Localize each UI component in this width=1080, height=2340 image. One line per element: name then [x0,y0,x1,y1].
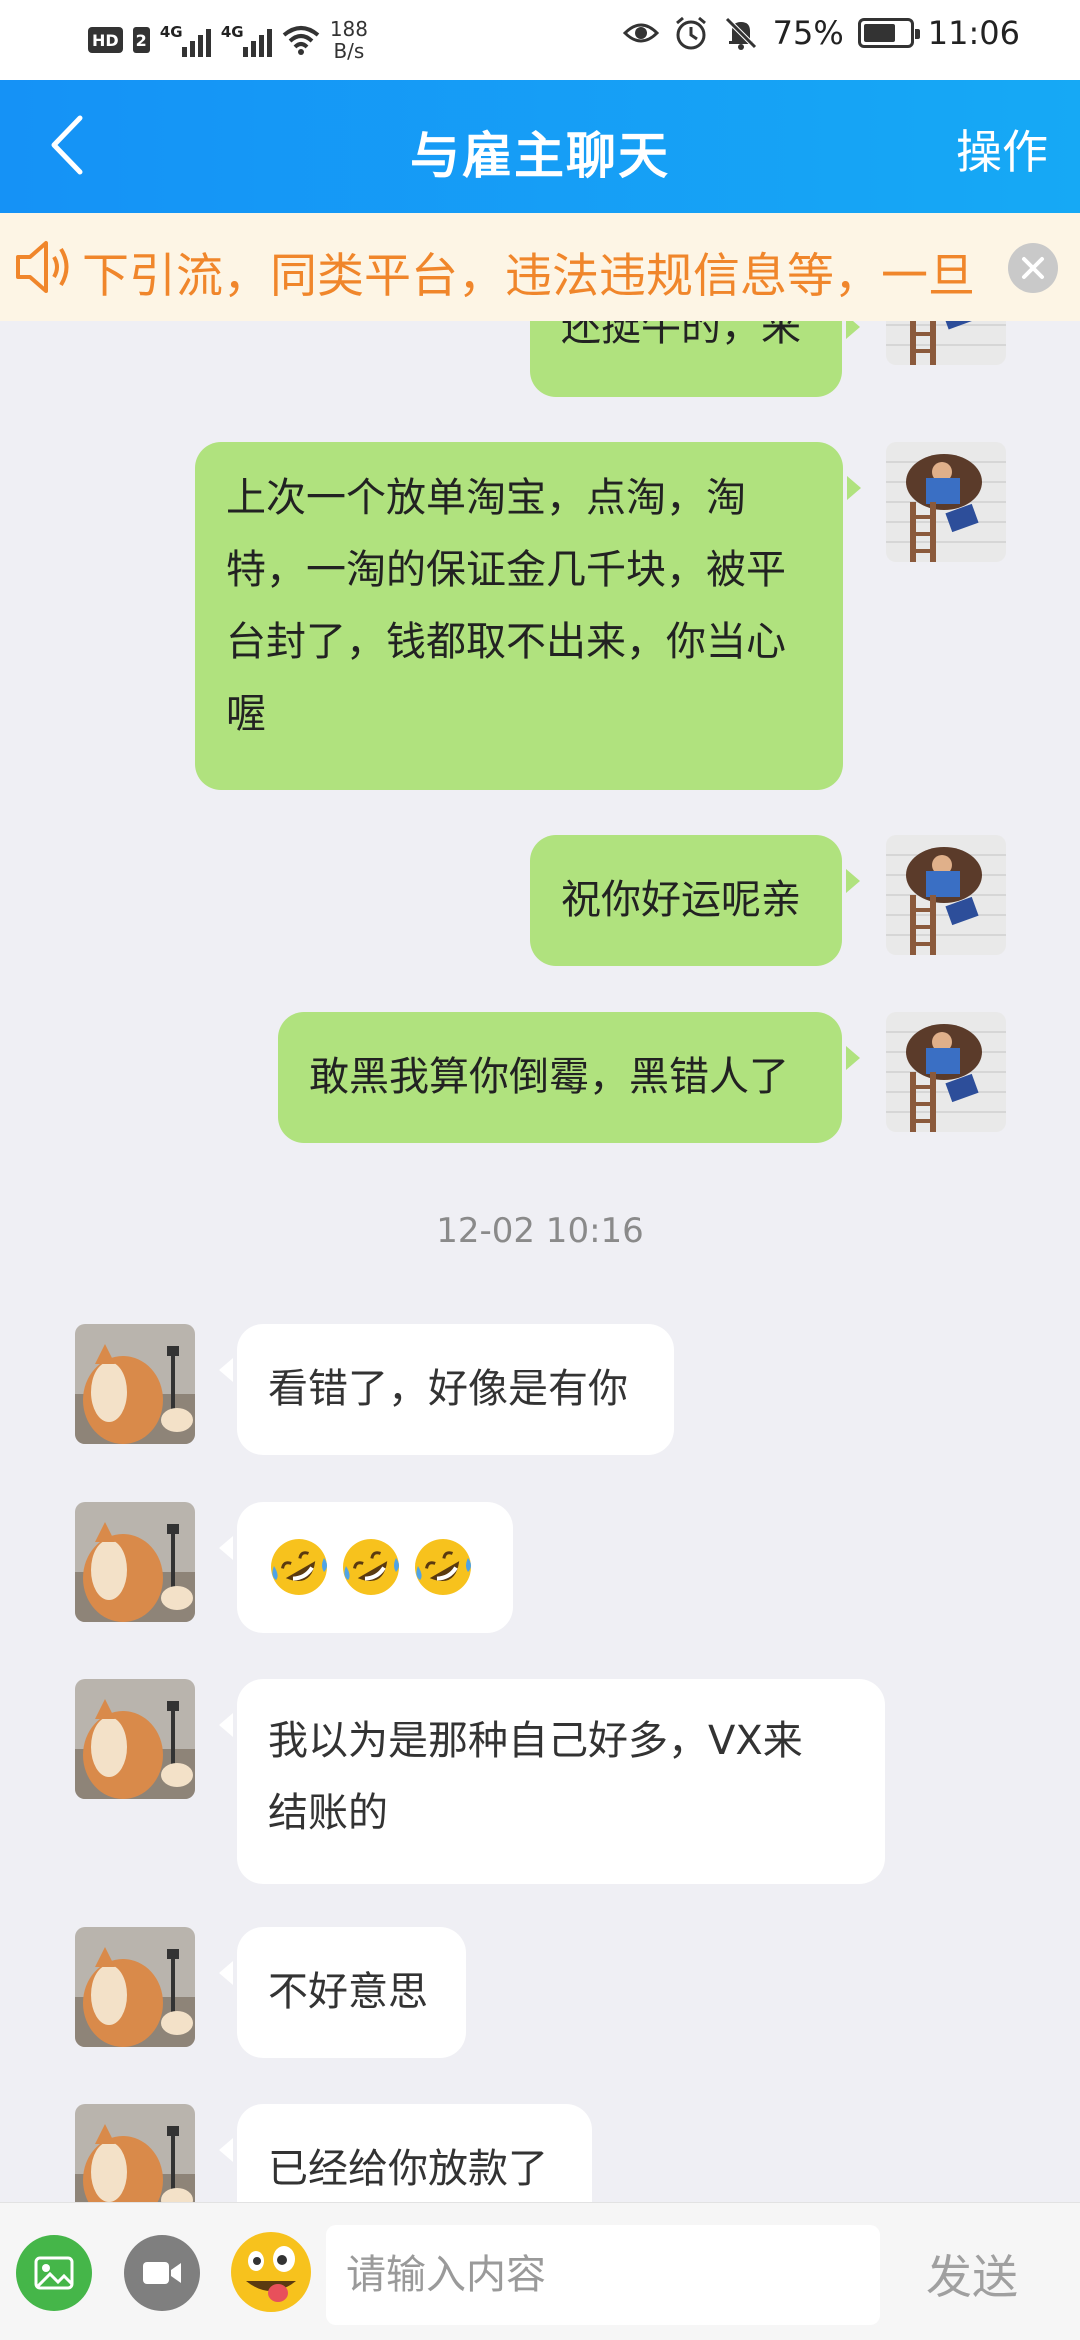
alarm-icon [675,16,706,50]
action-menu-button[interactable]: 操作 [956,116,1048,182]
contact-avatar[interactable] [75,1927,195,2047]
battery-percent: 75% [772,14,844,52]
contact-avatar[interactable] [75,2104,195,2202]
notice-text: 下引流，同类平台，违法违规信息等，一旦 [82,249,975,304]
wifi-icon [282,25,320,55]
message-timestamp: 12-02 10:16 [436,1211,644,1251]
notice-banner: 下引流，同类平台，违法违规信息等，一旦 [0,213,1080,321]
eye-icon [622,23,659,43]
network-speed-unit: B/s [333,39,365,63]
send-button[interactable]: 发送 [926,2241,1018,2307]
message-bubble-received[interactable]: 看错了，好像是有你 [219,1324,674,1455]
message-list[interactable]: 还挺牛的，来 上次一个放单淘宝，点淘，淘 特，一淘的保证金几千块，被平 台封了，… [0,321,1080,2202]
message-text-line: 上次一个放单淘宝，点淘，淘 [226,475,746,521]
close-icon [1022,257,1044,279]
message-text: 敢黑我算你倒霉，黑错人了 [309,1054,789,1100]
status-bar: HD 2 4G 4G 188 B/s 75% 11:06 [0,0,1080,80]
message-text-line: 台封了，钱都取不出来，你当心 [226,619,786,665]
rolling-on-floor-laughing-icon [271,1539,327,1595]
message-text: 还挺牛的，来 [561,321,801,350]
mute-bell-icon [724,17,757,50]
image-icon [34,2256,74,2290]
my-avatar[interactable] [886,321,1006,365]
message-bubble-received[interactable] [219,1502,513,1633]
input-toolbar: 发送 [0,2202,1080,2340]
message-bubble-sent[interactable]: 上次一个放单淘宝，点淘，淘 特，一淘的保证金几千块，被平 台封了，钱都取不出来，… [195,442,861,790]
network-speed: 188 B/s [330,18,368,62]
message-bubble-sent[interactable]: 祝你好运呢亲 [530,835,860,966]
network-type-label: 4G [220,23,244,41]
clock: 11:06 [927,14,1020,52]
sim-badge: 2 [132,27,150,53]
contact-avatar[interactable] [75,1679,195,1799]
my-avatar[interactable] [886,835,1006,955]
message-text: 看错了，好像是有你 [268,1366,628,1412]
network-type-label: 4G [159,23,183,41]
message-text-line: 特，一淘的保证金几千块，被平 [226,547,786,593]
message-bubble-sent[interactable]: 还挺牛的，来 [530,321,860,397]
page-title: 与雇主聊天 [410,127,670,185]
message-text: 祝你好运呢亲 [561,877,801,923]
battery-icon [857,18,920,48]
chat-header: 与雇主聊天 操作 [0,80,1080,213]
message-bubble-received[interactable]: 我以为是那种自己好多，VX来 结账的 [219,1679,885,1884]
rolling-on-floor-laughing-icon [343,1539,399,1595]
image-button[interactable] [16,2235,92,2311]
emoji-icon[interactable] [228,2229,314,2315]
message-text: 已经给你放款了 [268,2146,548,2192]
signal-icon: 4G [160,23,211,57]
message-text-line: 结账的 [268,1790,388,1836]
message-text: 不好意思 [268,1969,428,2015]
hd-badge: HD [88,27,123,53]
rolling-on-floor-laughing-icon [415,1539,471,1595]
signal-icon: 4G [221,23,272,57]
contact-avatar[interactable] [75,1502,195,1622]
message-text-line: 喔 [226,691,266,737]
my-avatar[interactable] [886,1012,1006,1132]
message-input[interactable] [326,2225,880,2325]
contact-avatar[interactable] [75,1324,195,1444]
speaker-icon [16,241,69,293]
message-bubble-sent[interactable]: 敢黑我算你倒霉，黑错人了 [278,1012,860,1143]
network-speed-value: 188 [329,17,368,41]
message-text-line: 我以为是那种自己好多，VX来 [268,1718,803,1764]
video-call-button[interactable] [124,2235,200,2311]
message-bubble-received[interactable]: 不好意思 [219,1927,466,2058]
video-call-icon [143,2262,181,2284]
my-avatar[interactable] [886,442,1006,562]
close-button[interactable] [1008,243,1058,293]
message-bubble-received[interactable]: 已经给你放款了 [219,2104,592,2202]
